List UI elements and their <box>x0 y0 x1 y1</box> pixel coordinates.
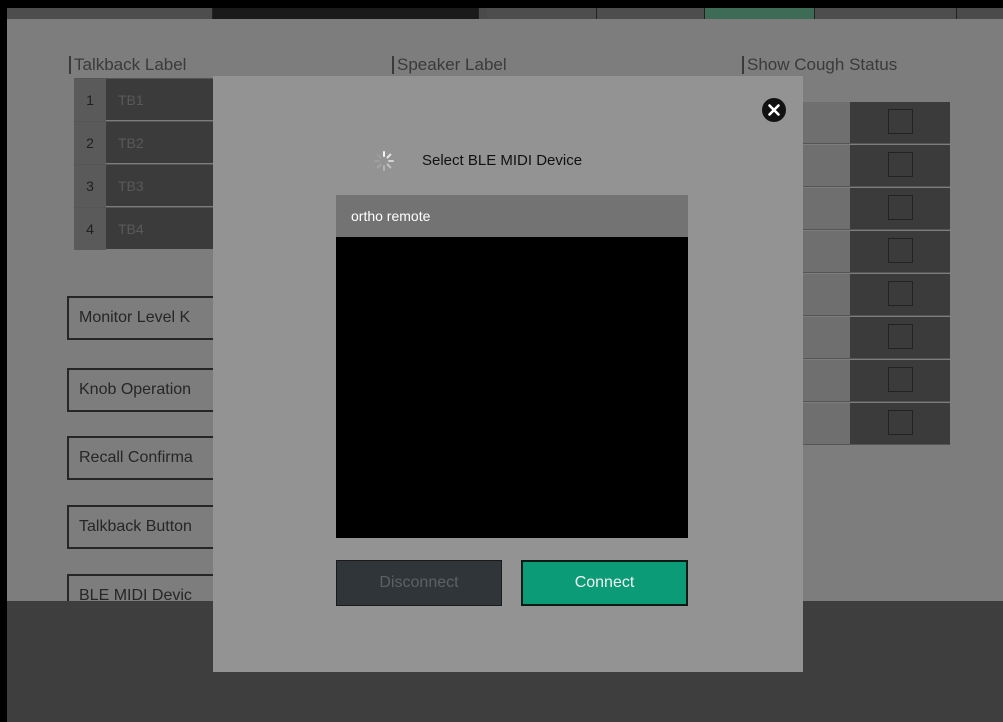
talkback-row[interactable]: 4 TB4 <box>74 207 224 250</box>
speaker-cell[interactable] <box>802 317 850 359</box>
talkback-name: TB1 <box>118 92 144 108</box>
tab-segment-2[interactable] <box>213 8 479 19</box>
ble-midi-device-dialog: Select BLE MIDI Device ortho remote Disc… <box>213 76 803 672</box>
close-icon[interactable] <box>762 98 786 122</box>
top-tab-strip <box>7 8 1003 19</box>
cough-status-cell[interactable] <box>850 188 950 230</box>
device-list[interactable]: ortho remote <box>336 195 688 538</box>
app-frame: Talkback Label Speaker Label Show Cough … <box>7 8 1003 722</box>
row-number: 4 <box>74 208 106 250</box>
row-number: 1 <box>74 79 106 121</box>
connect-button[interactable]: Connect <box>521 560 688 606</box>
speaker-cell[interactable] <box>802 403 850 445</box>
speaker-cell[interactable] <box>802 360 850 402</box>
dialog-title: Select BLE MIDI Device <box>422 152 583 169</box>
cough-status-cell[interactable] <box>850 274 950 316</box>
tab-segment-5[interactable] <box>705 8 815 19</box>
cough-checkbox[interactable] <box>888 238 913 263</box>
cough-status-cell[interactable] <box>850 145 950 187</box>
speaker-cell[interactable] <box>802 188 850 230</box>
cough-checkbox[interactable] <box>888 367 913 392</box>
cough-checkbox[interactable] <box>888 410 913 435</box>
cough-checkbox[interactable] <box>888 109 913 134</box>
cough-status-cell[interactable] <box>850 403 950 445</box>
cough-checkbox[interactable] <box>888 324 913 349</box>
talkback-name: TB4 <box>118 221 144 237</box>
cough-status-cell[interactable] <box>850 231 950 273</box>
row-number: 2 <box>74 122 106 164</box>
monitor-level-button[interactable]: Monitor Level K <box>67 296 227 340</box>
speaker-label-header: Speaker Label <box>392 56 507 74</box>
spinner-icon <box>373 150 395 172</box>
device-item-ortho-remote[interactable]: ortho remote <box>336 195 688 237</box>
speaker-cell[interactable] <box>802 274 850 316</box>
row-number: 3 <box>74 165 106 207</box>
speaker-cell[interactable] <box>802 102 850 144</box>
cough-status-cell[interactable] <box>850 360 950 402</box>
talkback-row[interactable]: 1 TB1 <box>74 78 224 121</box>
disconnect-button[interactable]: Disconnect <box>336 560 502 606</box>
speaker-cell[interactable] <box>802 231 850 273</box>
cough-status-cell[interactable] <box>850 317 950 359</box>
tab-segment-1[interactable] <box>7 8 213 19</box>
knob-operation-button[interactable]: Knob Operation <box>67 368 227 412</box>
cough-checkbox[interactable] <box>888 195 913 220</box>
talkback-name: TB3 <box>118 178 144 194</box>
speaker-cell[interactable] <box>802 145 850 187</box>
tab-segment-6[interactable] <box>815 8 957 19</box>
show-cough-status-header: Show Cough Status <box>742 56 897 74</box>
talkback-button-setting[interactable]: Talkback Button <box>67 505 227 549</box>
tab-segment-4[interactable] <box>597 8 705 19</box>
talkback-row[interactable]: 3 TB3 <box>74 164 224 207</box>
talkback-name: TB2 <box>118 135 144 151</box>
tab-segment-3[interactable] <box>487 8 597 19</box>
cough-status-cell[interactable] <box>850 102 950 144</box>
talkback-row[interactable]: 2 TB2 <box>74 121 224 164</box>
recall-confirmation-button[interactable]: Recall Confirma <box>67 436 227 480</box>
cough-checkbox[interactable] <box>888 281 913 306</box>
cough-checkbox[interactable] <box>888 152 913 177</box>
talkback-label-header: Talkback Label <box>69 56 186 74</box>
